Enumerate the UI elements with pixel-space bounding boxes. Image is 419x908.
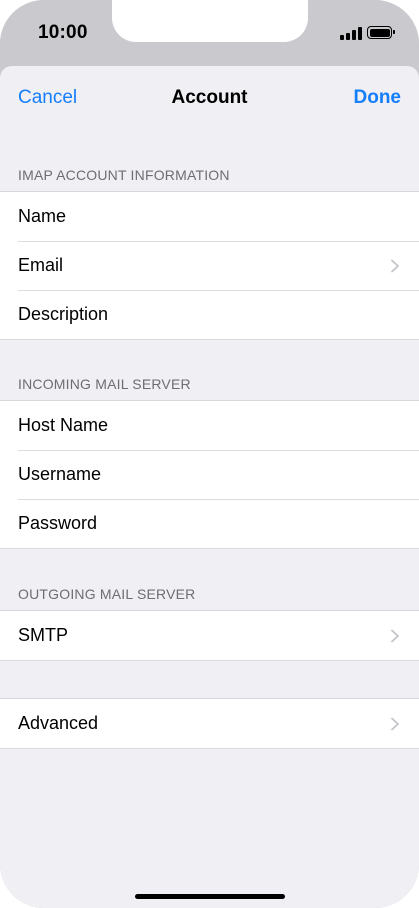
row-label: Host Name: [18, 415, 109, 435]
phone-frame: 10:00 Cancel Account Done IMAP ACCOUNT I…: [0, 0, 419, 908]
row-smtp[interactable]: SMTP: [0, 611, 419, 660]
row-label: SMTP: [18, 625, 69, 645]
cellular-signal-icon: [340, 27, 362, 40]
group-incoming-mail-server: Host Name Username Password: [0, 400, 419, 549]
chevron-right-icon: [391, 629, 399, 643]
cancel-button[interactable]: Cancel: [18, 87, 77, 109]
chevron-right-icon: [391, 259, 399, 273]
row-name[interactable]: Name: [0, 192, 419, 241]
row-email[interactable]: Email: [0, 241, 419, 290]
row-host-name[interactable]: Host Name: [0, 401, 419, 450]
row-label: Username: [18, 464, 102, 484]
row-label: Name: [18, 206, 67, 226]
status-bar: 10:00: [0, 0, 419, 66]
section-header-incoming-mail-server: INCOMING MAIL SERVER: [18, 376, 191, 392]
group-advanced: Advanced: [0, 698, 419, 749]
notch: [112, 0, 308, 42]
row-password[interactable]: Password: [0, 499, 419, 548]
group-imap-account: Name Email Description: [0, 191, 419, 340]
account-sheet: Cancel Account Done IMAP ACCOUNT INFORMA…: [0, 66, 419, 908]
row-label: Description: [18, 304, 109, 324]
battery-icon: [367, 26, 395, 39]
row-advanced[interactable]: Advanced: [0, 699, 419, 748]
row-label: Email: [18, 255, 64, 275]
section-header-outgoing-mail-server: OUTGOING MAIL SERVER: [18, 586, 196, 602]
row-description[interactable]: Description: [0, 290, 419, 339]
chevron-right-icon: [391, 717, 399, 731]
home-indicator[interactable]: [135, 894, 285, 899]
row-label: Advanced: [18, 713, 99, 733]
status-time: 10:00: [38, 22, 88, 43]
group-outgoing-mail-server: SMTP: [0, 610, 419, 661]
section-header-imap-account: IMAP ACCOUNT INFORMATION: [18, 167, 230, 183]
done-button[interactable]: Done: [354, 87, 402, 109]
row-username[interactable]: Username: [0, 450, 419, 499]
row-label: Password: [18, 513, 98, 533]
navigation-bar: Cancel Account Done: [0, 66, 419, 130]
